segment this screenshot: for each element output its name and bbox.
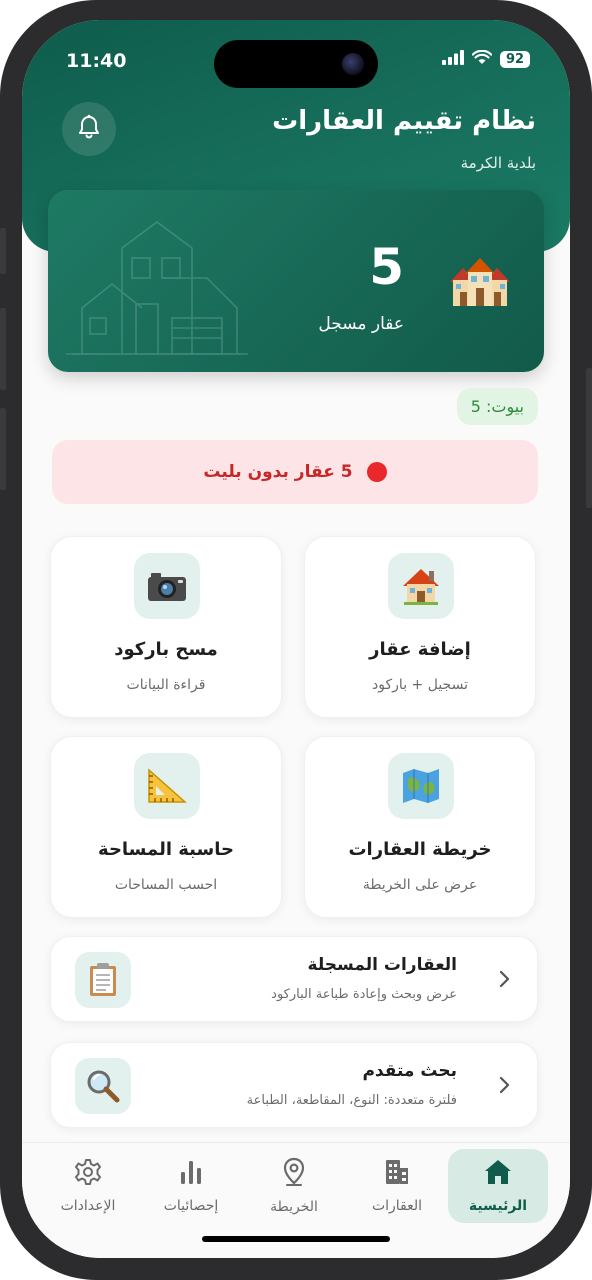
nav-map[interactable]: الخريطة [244,1149,344,1223]
nav-home[interactable]: الرئيسية [448,1149,548,1223]
municipality-subtitle: بلدية الكرمة [460,154,536,172]
registered-properties-row[interactable]: العقارات المسجلة عرض وبحث وإعادة طباعة ا… [50,936,538,1022]
settings-icon [74,1158,102,1190]
card-subtitle: احسب المساحات [114,877,218,893]
registered-properties-card: 5 عقار مسجل [48,190,544,372]
property-map-card[interactable]: خريطة العقارات عرض على الخريطة [304,736,536,918]
card-subtitle: تسجيل + باركود [372,677,468,693]
status-time: 11:40 [66,50,127,72]
clipboard-icon [75,952,131,1008]
add-property-card[interactable]: إضافة عقار تسجيل + باركود [304,536,536,718]
card-title: حاسبة المساحة [98,839,234,860]
wifi-icon [471,49,493,69]
area-calculator-card[interactable]: حاسبة المساحة احسب المساحات [50,736,282,918]
card-title: مسح باركود [114,639,218,660]
row-subtitle: عرض وبحث وإعادة طباعة الباركود [271,987,457,1002]
nav-label: الخريطة [270,1199,318,1215]
nav-label: الرئيسية [468,1198,528,1214]
dynamic-island [214,40,378,88]
alert-text: 5 عقار بدون بليت [203,462,353,482]
house-icon [388,553,454,619]
nav-properties[interactable]: العقارات [347,1149,447,1223]
row-subtitle: فلترة متعددة: النوع، المقاطعة، الطباعة [246,1093,457,1108]
buildings-icon [384,1158,410,1190]
nav-label: العقارات [371,1198,423,1214]
map-icon [388,753,454,819]
app-title: نظام تقييم العقارات [272,106,536,136]
chevron-left-icon [497,969,511,993]
volume-down-button [0,408,6,490]
nav-label: إحصائيات [163,1198,219,1214]
homes-count-badge: بيوت: 5 [456,388,538,425]
advanced-search-row[interactable]: بحث متقدم فلترة متعددة: النوع، المقاطعة،… [50,1042,538,1128]
card-subtitle: عرض على الخريطة [362,877,478,893]
home-indicator[interactable] [202,1236,390,1242]
bar-chart-icon [178,1158,204,1190]
power-button [586,368,592,508]
camera-icon [134,553,200,619]
notifications-button[interactable] [62,102,116,156]
triangle-ruler-icon [134,753,200,819]
houses-icon [448,256,512,314]
row-title: بحث متقدم [362,1061,457,1081]
magnifier-icon [75,1058,131,1114]
cellular-signal-icon [442,50,464,69]
red-circle-icon [366,462,387,482]
no-plate-alert[interactable]: 5 عقار بدون بليت [52,440,538,504]
row-title: العقارات المسجلة [307,955,457,975]
building-illustration-icon [62,218,252,362]
registered-label: عقار مسجل [318,314,404,334]
chevron-left-icon [497,1075,511,1099]
nav-settings[interactable]: الإعدادات [38,1149,138,1223]
map-pin-icon [281,1157,307,1191]
card-subtitle: قراءة البيانات [126,677,206,693]
home-icon [483,1158,513,1190]
status-icons: 92 [442,49,530,69]
front-camera [342,53,364,75]
nav-label: الإعدادات [60,1198,116,1214]
nav-statistics[interactable]: إحصائيات [141,1149,241,1223]
bell-icon [77,114,101,144]
volume-up-button [0,308,6,390]
app-screen: 11:40 92 نظام تقييم العقارات بلدية الكرم… [22,20,570,1258]
card-title: إضافة عقار [369,639,471,660]
battery-level: 92 [500,51,530,68]
action-button [0,228,6,274]
scan-barcode-card[interactable]: مسح باركود قراءة البيانات [50,536,282,718]
card-title: خريطة العقارات [348,839,492,860]
registered-count: 5 [369,238,404,296]
